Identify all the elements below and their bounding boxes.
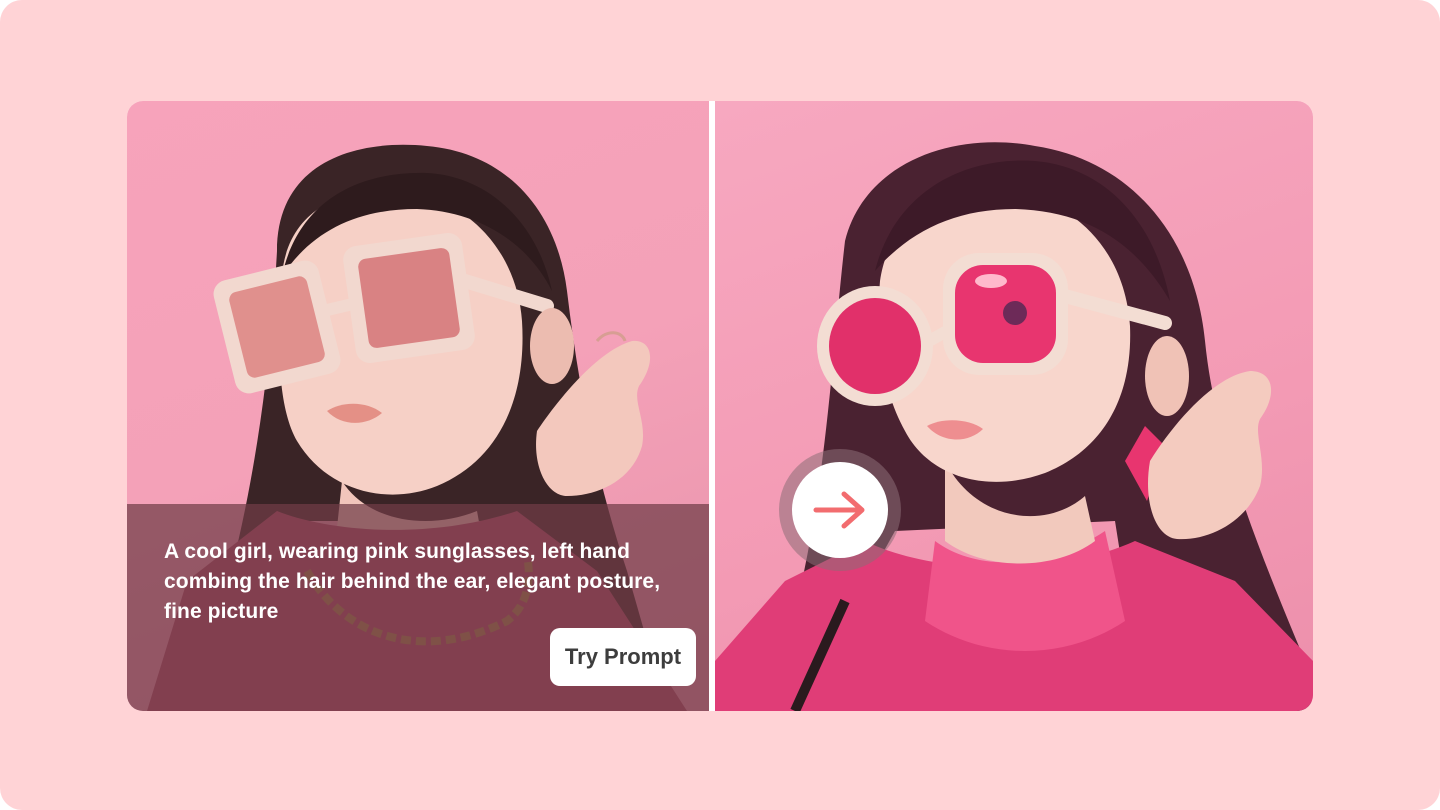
comparison-card: A cool girl, wearing pink sunglasses, le… (127, 101, 1313, 711)
arrow-right-icon (813, 491, 865, 529)
generated-anime-image (715, 101, 1313, 711)
prompt-overlay: A cool girl, wearing pink sunglasses, le… (127, 504, 709, 711)
try-prompt-button[interactable]: Try Prompt (550, 628, 696, 686)
page-background: A cool girl, wearing pink sunglasses, le… (0, 0, 1440, 810)
arrow-right-button[interactable] (792, 462, 888, 558)
anime-portrait-illustration (715, 142, 1313, 711)
prompt-text: A cool girl, wearing pink sunglasses, le… (164, 540, 661, 623)
original-photo: A cool girl, wearing pink sunglasses, le… (127, 101, 709, 711)
